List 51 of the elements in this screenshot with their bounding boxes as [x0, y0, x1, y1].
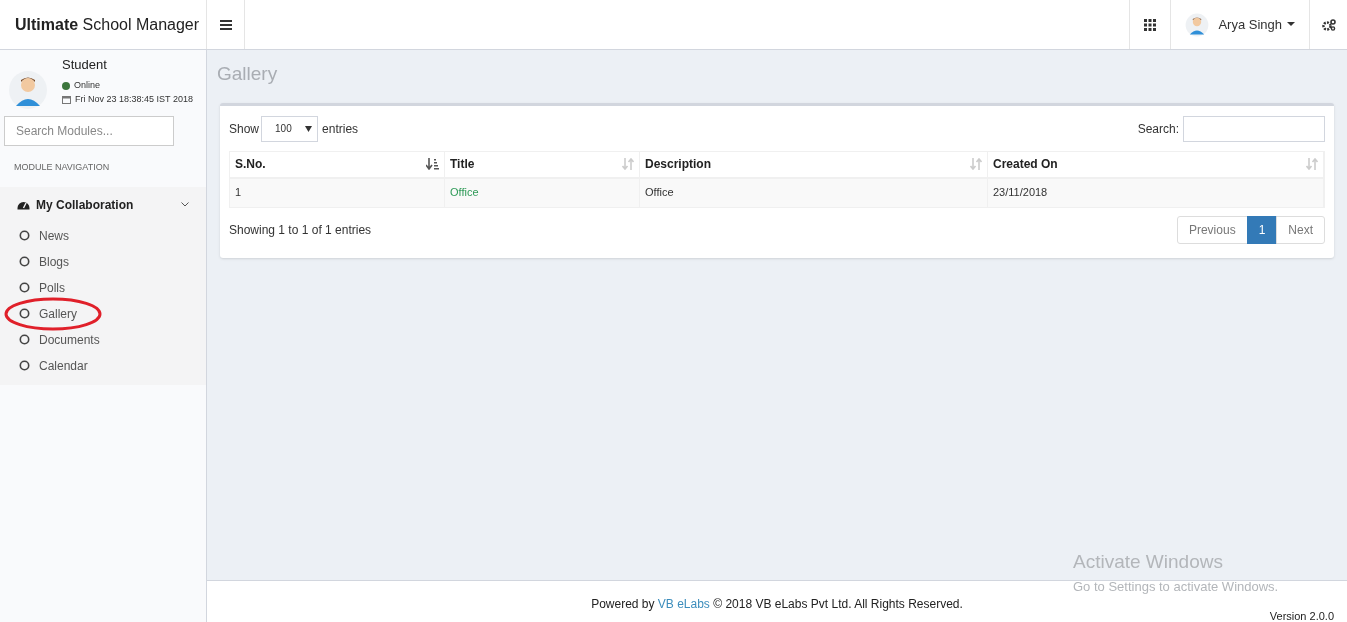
menu-item[interactable]: Documents: [39, 330, 100, 349]
table-cell-text: 23/11/2018: [993, 185, 1048, 201]
column-header[interactable]: Description: [640, 151, 988, 177]
menu-item[interactable]: Polls: [39, 278, 65, 297]
user-menu-button[interactable]: Arya Singh: [1218, 14, 1295, 35]
menu-item[interactable]: Blogs: [39, 252, 70, 271]
section-label: MODULE NAVIGATION: [14, 161, 111, 174]
activation-title: Activate Windows: [1073, 550, 1224, 574]
circle-icon: [19, 360, 30, 371]
user-role: Student: [62, 58, 108, 72]
table-cell-text: Office: [645, 185, 674, 201]
status-text: Online: [74, 79, 100, 92]
table-cell-text: 1: [235, 185, 242, 201]
pagination-button[interactable]: Previous: [1176, 215, 1248, 244]
menu-group-header[interactable]: My Collaboration: [0, 186, 206, 223]
menu-item[interactable]: News: [39, 226, 69, 245]
table-info: Showing 1 to 1 of 1 entries: [229, 221, 373, 239]
column-header[interactable]: Created On: [988, 151, 1324, 177]
search-label: Search:: [1137, 120, 1179, 138]
column-header[interactable]: Title: [445, 151, 640, 177]
entries-label: entries: [322, 120, 359, 138]
show-label: Show: [229, 120, 260, 138]
dashboard-icon: [17, 199, 30, 210]
search-field[interactable]: Search Modules...: [4, 116, 174, 146]
menu-item[interactable]: Calendar: [39, 356, 88, 375]
page-title: Gallery: [217, 62, 279, 86]
settings-icon[interactable]: [1321, 18, 1336, 31]
calendar-icon: [62, 94, 71, 104]
caret-icon: [1287, 22, 1295, 27]
version-text: Version 2.0.0: [1269, 610, 1334, 622]
chevron-down-icon[interactable]: [181, 202, 189, 207]
caret-icon: [305, 125, 313, 132]
user-avatar-icon: [8, 70, 48, 110]
user-avatar-icon: [1185, 12, 1210, 37]
page-size-select[interactable]: 100: [261, 115, 319, 142]
apps-grid-icon[interactable]: [1144, 18, 1157, 31]
footer-link[interactable]: VB eLabs: [657, 597, 710, 611]
menu-icon[interactable]: [219, 19, 232, 30]
circle-icon: [19, 230, 30, 241]
table-search-field[interactable]: [1183, 115, 1325, 142]
circle-icon: [19, 334, 30, 345]
circle-icon: [19, 282, 30, 293]
title-link[interactable]: Office: [450, 184, 479, 201]
app-title[interactable]: Ultimate School Manager: [15, 12, 200, 37]
activation-message: Go to Settings to activate Windows.: [1073, 577, 1279, 596]
date-time: Fri Nov 23 18:38:45 IST 2018: [75, 92, 193, 106]
circle-icon: [19, 308, 30, 319]
pagination-button[interactable]: Next: [1276, 215, 1325, 244]
circle-icon: [19, 256, 30, 267]
column-header[interactable]: S.No.: [230, 151, 445, 177]
footer-text: Powered by VB eLabs © 2018 VB eLabs Pvt Ltd. All Rights Reserved.: [591, 596, 963, 613]
